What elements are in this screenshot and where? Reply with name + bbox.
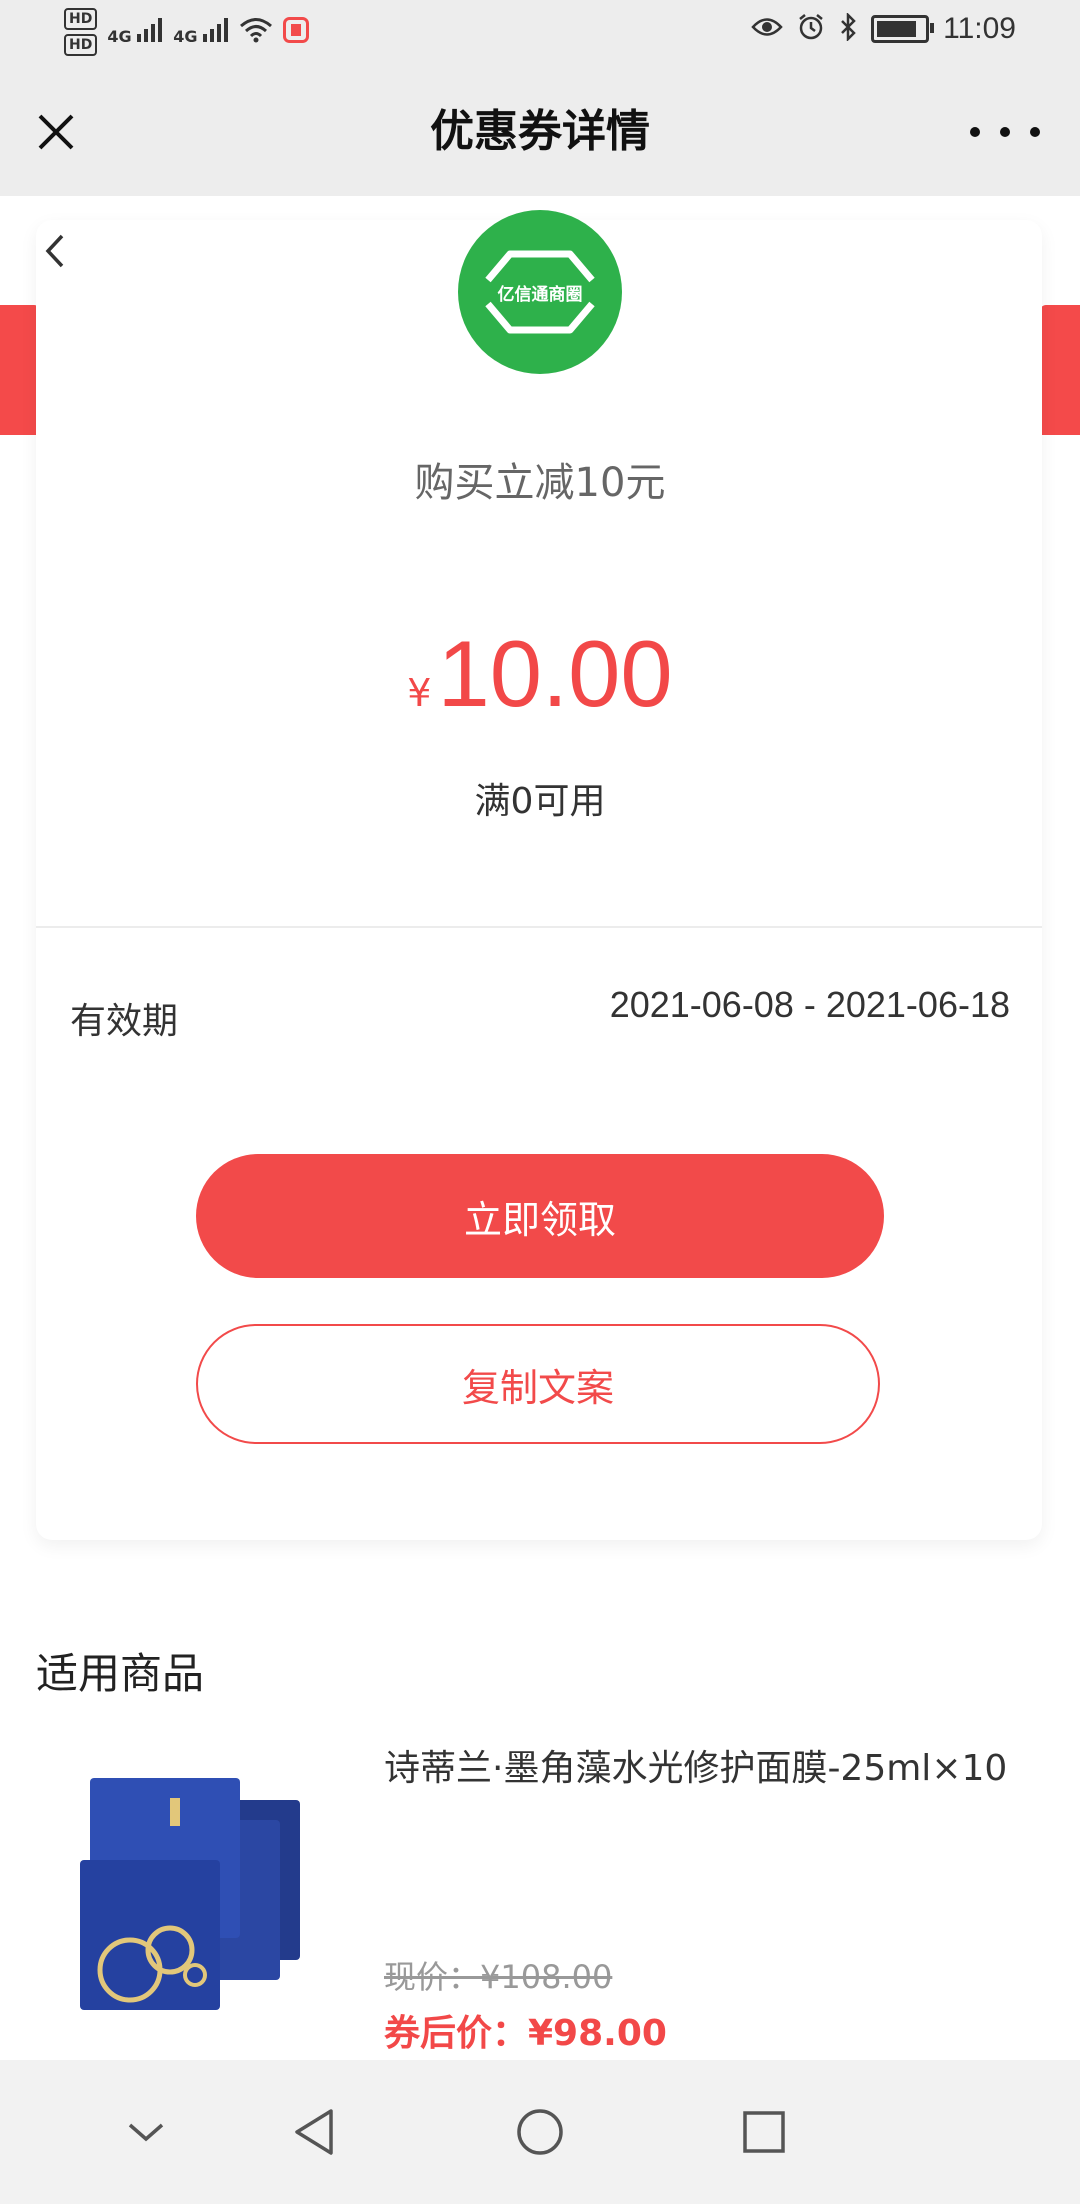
alarm-icon xyxy=(797,13,825,45)
coupon-amount: ¥10.00 xyxy=(0,620,1080,728)
copy-text-button[interactable]: 复制文案 xyxy=(196,1324,880,1444)
signal-icon: 4G xyxy=(107,18,163,46)
merchant-logo: 亿信通商圈 xyxy=(458,210,622,374)
product-image[interactable] xyxy=(70,1760,310,2020)
recents-button[interactable] xyxy=(732,2100,796,2164)
coupon-title: 购买立减10元 xyxy=(414,460,666,506)
collapse-button[interactable] xyxy=(114,2100,178,2164)
product-current-price: 现价：¥108.00 xyxy=(384,1958,613,1996)
product-after-coupon-price: 券后价：¥98.00 xyxy=(384,2013,667,2054)
chevron-down-icon xyxy=(128,2123,164,2142)
amount-value: 10.00 xyxy=(437,621,673,726)
hd-badge-2: HD xyxy=(64,34,98,56)
bluetooth-icon xyxy=(839,11,857,45)
logo-text: 亿信通商圈 xyxy=(497,284,583,305)
signal-icon-2: 4G xyxy=(173,18,229,46)
claim-button[interactable]: 立即领取 xyxy=(196,1154,884,1278)
product-name[interactable]: 诗蒂兰·墨角藻水光修护面膜-25ml×10 xyxy=(384,1744,1044,1794)
eye-icon xyxy=(751,16,783,42)
battery-fill xyxy=(877,21,917,37)
currency-symbol: ¥ xyxy=(407,671,432,715)
section-title: 适用商品 xyxy=(36,1649,205,1698)
triangle-back-icon xyxy=(295,2109,333,2155)
status-right: 11:09 xyxy=(751,11,1016,46)
wifi-icon xyxy=(239,17,273,47)
network-type: 4G xyxy=(107,27,132,46)
header-band-right xyxy=(1040,305,1080,435)
battery-icon xyxy=(871,15,935,43)
system-back-button[interactable] xyxy=(282,2100,346,2164)
status-time: 11:09 xyxy=(943,12,1016,45)
back-arrow-icon xyxy=(45,234,64,268)
hd-badge: HD xyxy=(64,8,98,30)
close-button[interactable] xyxy=(28,104,84,160)
circle-home-icon xyxy=(517,2109,563,2155)
divider xyxy=(36,926,1042,928)
validity-label: 有效期 xyxy=(70,1001,179,1042)
close-icon xyxy=(38,114,74,150)
more-dot-icon xyxy=(1000,127,1010,137)
status-left: HD HD 4G 4G xyxy=(64,8,310,56)
back-button[interactable] xyxy=(36,226,76,276)
more-dot-icon xyxy=(1030,127,1040,137)
home-button[interactable] xyxy=(508,2100,572,2164)
nav-bar xyxy=(0,66,1080,196)
more-button[interactable] xyxy=(970,104,1040,160)
app-notification-icon xyxy=(283,17,310,47)
header-band-left xyxy=(0,305,40,435)
network-type-2: 4G xyxy=(173,27,198,46)
usage-threshold: 满0可用 xyxy=(474,781,606,822)
more-dot-icon xyxy=(970,127,980,137)
face-mask-product-icon xyxy=(80,1778,300,2010)
square-recents-icon xyxy=(743,2111,785,2153)
validity-value: 2021-06-08 - 2021-06-18 xyxy=(609,984,1010,1025)
